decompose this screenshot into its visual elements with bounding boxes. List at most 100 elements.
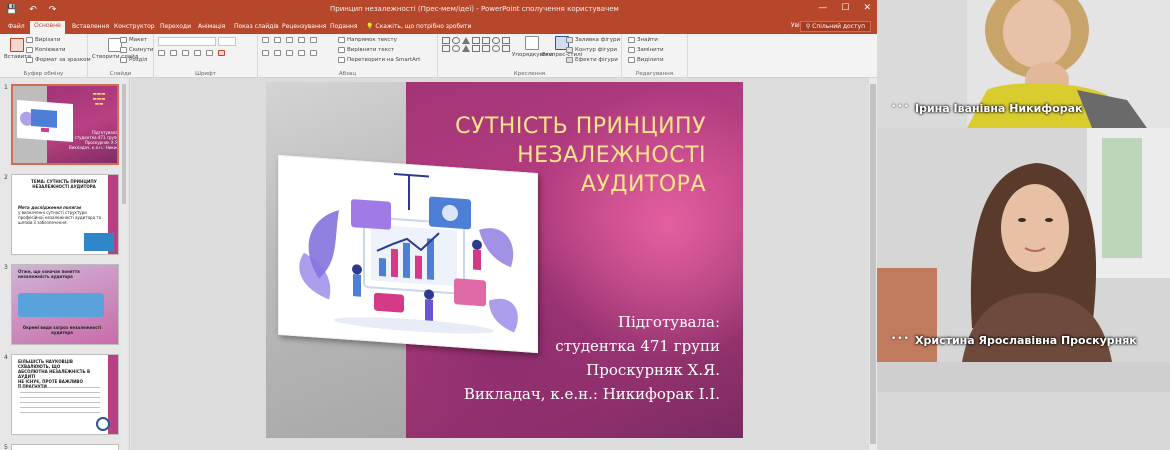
columns-icon[interactable] [310,50,317,56]
bold-icon[interactable] [158,50,165,56]
participant-video-3[interactable] [877,362,1170,450]
font-name-input[interactable] [158,37,216,46]
strikethrough-icon[interactable] [194,50,201,56]
slides-group-label: Слайди [109,71,132,77]
callout-shape-icon[interactable] [442,45,450,52]
align-text-icon [338,47,345,53]
bullets-icon[interactable] [262,37,269,43]
rectangle-shape-icon[interactable] [442,37,450,44]
reset-button[interactable]: Скинути [120,47,153,53]
thumbnail-subtitle: Підготувала: студентка 471 групи Проскур… [69,130,119,150]
oval-shape-icon[interactable] [452,37,460,44]
participant-menu-icon[interactable]: ••• [891,334,910,344]
justify-icon[interactable] [298,50,305,56]
font-size-input[interactable] [218,37,236,46]
tell-me-search[interactable]: 💡 Скажіть, що потрібно зробити [362,22,475,31]
slide-thumbnail-5[interactable] [11,444,119,450]
tab-slideshow[interactable]: Показ слайдів [230,22,283,31]
participant-video-2[interactable]: ••• Христина Ярославівна Проскурняк [877,128,1170,362]
slide-thumbnail-3[interactable]: Отже, що означає поняття незалежність ау… [11,264,119,345]
thumbnail-scrollbar[interactable] [121,78,127,450]
shape-outline-button[interactable]: Контур фігури [566,47,617,53]
slide-subtitle[interactable]: Підготувала: студентка 471 групи Проскур… [426,310,720,406]
slide-thumbnail-1[interactable]: ▬▬▬ ▬▬▬ ▬▬ Підготувала: студентка 471 груп… [11,84,119,165]
close-icon[interactable]: ✕ [863,3,871,13]
slide-thumbnail-4[interactable]: БІЛЬШІСТЬ НАУКОВЦІВ СХВАЛЮЮТЬ, ЩО АБСОЛЮ… [11,354,119,435]
replace-button[interactable]: Замінити [628,47,664,53]
numbering-icon[interactable] [274,37,281,43]
section-button[interactable]: Розділ [120,57,147,63]
share-button[interactable]: ⚲ Спільний доступ [799,21,871,32]
save-icon[interactable]: 💾 [6,4,17,16]
smiley-shape-icon[interactable] [452,45,460,52]
align-left-icon[interactable] [262,50,269,56]
arrow-shape-icon[interactable] [482,37,490,44]
minimize-icon[interactable]: — [818,3,827,13]
participant-video-frame [877,128,1170,362]
select-button[interactable]: Виділити [628,57,664,63]
indent-increase-icon[interactable] [298,37,305,43]
star-shape-icon[interactable] [502,37,510,44]
shadow-icon[interactable] [206,50,213,56]
shape-effects-button[interactable]: Ефекти фігури [566,57,618,63]
copy-icon [26,47,33,53]
text-direction-button[interactable]: Напрямок тексту [338,37,397,43]
brace-shape-icon[interactable] [472,45,480,52]
format-painter-button[interactable]: Формат за зразком [26,57,91,63]
tab-file[interactable]: Файл [4,22,29,31]
thumbnail-number: 2 [4,174,8,181]
maximize-icon[interactable]: ☐ [841,3,849,13]
paint-bucket-icon [566,37,573,43]
scissors-icon [26,37,33,43]
slide-scroll-knob[interactable] [870,84,876,444]
text-direction-icon [338,37,345,43]
editing-group: Знайти Замінити Виділити Редагування [622,34,688,78]
tab-animations[interactable]: Анімація [194,22,229,31]
indent-decrease-icon[interactable] [286,37,293,43]
effects-icon [566,57,573,63]
cursor-icon [628,57,635,63]
redo-icon[interactable]: ↷ [49,4,57,16]
bracket-shape-icon[interactable] [482,45,490,52]
current-slide[interactable]: СУТНІСТЬ ПРИНЦИПУ НЕЗАЛЕЖНОСТІ АУДИТОРА … [266,82,743,438]
thumbnail-title: Отже, що означає поняття незалежність ау… [18,269,80,279]
shape-fill-button[interactable]: Заливка фігури [566,37,620,43]
cut-button[interactable]: Вирізати [26,37,60,43]
block-arrow-shape-icon[interactable] [462,45,470,52]
triangle-shape-icon[interactable] [462,37,470,44]
align-right-icon[interactable] [286,50,293,56]
italic-icon[interactable] [170,50,177,56]
shapes-gallery[interactable] [442,37,511,52]
thumbnail-logo-icon [96,417,110,431]
underline-icon[interactable] [182,50,189,56]
flowchart-shape-icon[interactable] [492,45,500,52]
thumbnail-scroll-knob[interactable] [122,84,126,204]
circle-shape-icon[interactable] [492,37,500,44]
thumbnail-body: Мета дослідження полягає у визначенні су… [18,205,102,225]
align-center-icon[interactable] [274,50,281,56]
line-spacing-icon[interactable] [310,37,317,43]
layout-button[interactable]: Макет [120,37,147,43]
undo-icon[interactable]: ↶ [29,4,37,16]
tab-transitions[interactable]: Переходи [156,22,195,31]
font-color-icon[interactable] [218,50,225,56]
clipboard-group: Вставити Вирізати Копіювати Формат за зр… [0,34,91,78]
align-text-button[interactable]: Вирівняти текст [338,47,394,53]
tab-design[interactable]: Конструктор [110,22,159,31]
slide-thumbnail-2[interactable]: ТЕМА: СУТНІСТЬ ПРИНЦИПУ НЕЗАЛЕЖНОСТІ АУД… [11,174,119,255]
thumbnail-image [18,293,104,317]
copy-button[interactable]: Копіювати [26,47,65,53]
tab-insert[interactable]: Вставлення [68,22,113,31]
slide-scrollbar[interactable] [869,78,877,450]
find-button[interactable]: Знайти [628,37,658,43]
smartart-button[interactable]: Перетворити на SmartArt [338,57,420,63]
tab-review[interactable]: Рецензування [278,22,330,31]
participant-menu-icon[interactable]: ••• [891,102,910,112]
tab-home[interactable]: Основне [30,21,65,34]
more-shapes-icon[interactable] [502,45,510,52]
line-shape-icon[interactable] [472,37,480,44]
tab-view[interactable]: Подання [326,22,361,31]
participant-video-1[interactable]: ••• Ірина Іванівна Никифорак [877,0,1170,128]
slide-title[interactable]: СУТНІСТЬ ПРИНЦИПУ НЕЗАЛЕЖНОСТІ АУДИТОРА [426,112,706,199]
clipboard-group-label: Буфер обміну [23,71,64,77]
